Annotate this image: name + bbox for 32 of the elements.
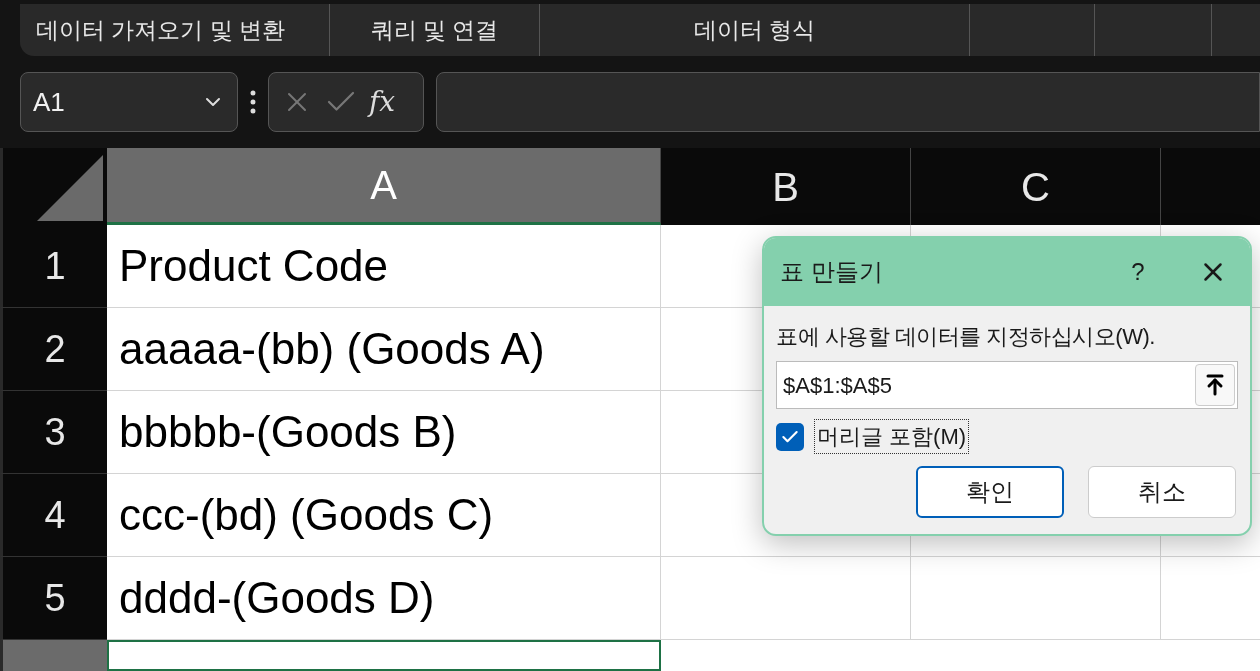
table-cell: ccc-(bd) (Goods C): [107, 474, 661, 557]
row-header[interactable]: 1: [0, 225, 107, 308]
table-cell: aaaaa-(bb) (Goods A): [107, 308, 661, 391]
row-header[interactable]: [0, 640, 107, 671]
dialog-button[interactable]: 확인: [916, 466, 1064, 518]
formula-input[interactable]: [436, 72, 1260, 132]
row-header[interactable]: 4: [0, 474, 107, 557]
column-header[interactable]: C: [911, 148, 1161, 225]
checkbox-label[interactable]: 머리글 포함(M): [814, 419, 970, 454]
dialog-button[interactable]: 취소: [1088, 466, 1236, 518]
collapse-dialog-button[interactable]: [1195, 364, 1235, 406]
row-header[interactable]: 3: [0, 391, 107, 474]
table-cell: bbbbb-(Goods B): [107, 391, 661, 474]
active-cell[interactable]: [107, 640, 661, 671]
range-field[interactable]: $A$1:$A$5: [776, 361, 1238, 409]
dialog-title: 표 만들기: [780, 257, 884, 287]
column-header[interactable]: A: [107, 148, 661, 225]
ribbon-group-label: 쿼리 및 연결: [370, 15, 499, 45]
help-button[interactable]: ?: [1118, 254, 1158, 290]
table-cell: dddd-(Goods D): [107, 557, 661, 640]
ribbon-group-label: 데이터 가져오기 및 변환: [36, 15, 286, 45]
select-all-corner[interactable]: [0, 148, 107, 225]
dialog-prompt: 표에 사용할 데이터를 지정하십시오(W).: [776, 323, 1156, 351]
insert-function-button[interactable]: fx: [369, 81, 396, 123]
column-header[interactable]: B: [661, 148, 911, 225]
row-header[interactable]: 5: [0, 557, 107, 640]
more-icon[interactable]: [250, 90, 256, 114]
ribbon-group-label: 데이터 형식: [693, 15, 816, 45]
table-cell: Product Code: [107, 225, 661, 308]
name-box[interactable]: A1: [20, 72, 238, 132]
checkbox[interactable]: [776, 422, 804, 451]
row-header[interactable]: 2: [0, 308, 107, 391]
